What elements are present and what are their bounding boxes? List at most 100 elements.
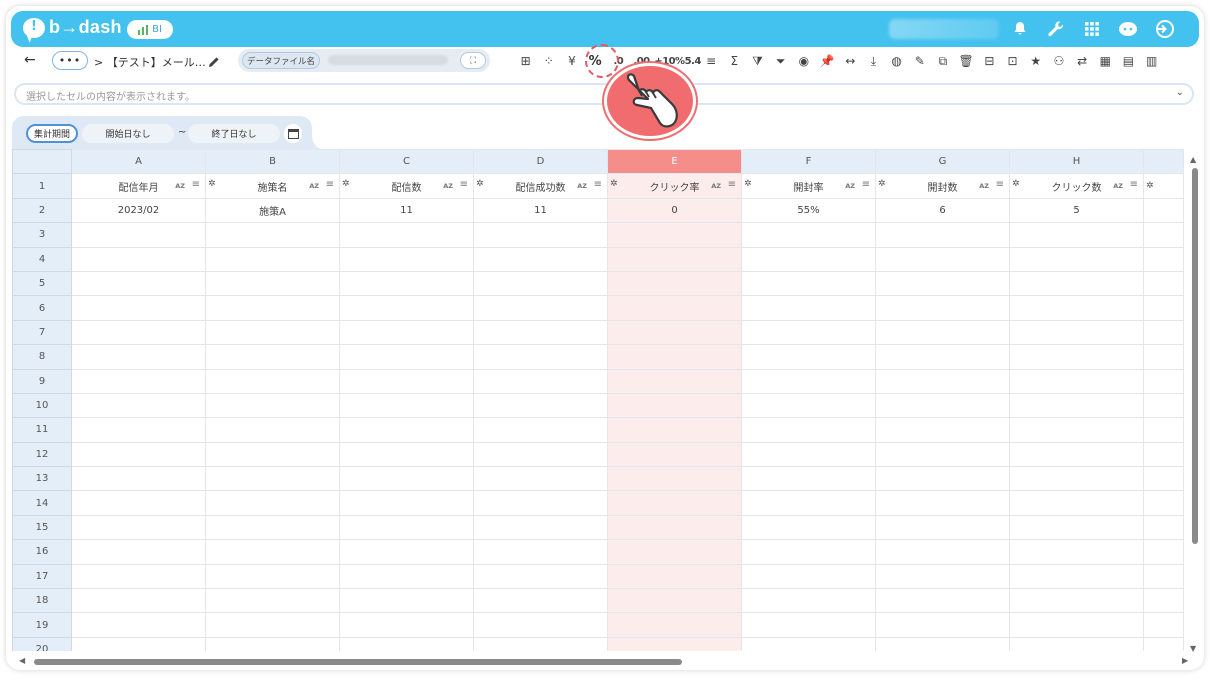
table-cell[interactable] — [1009, 514, 1144, 541]
assistant-chat-icon[interactable] — [1117, 18, 1139, 40]
table-cell[interactable] — [875, 417, 1010, 443]
column-letter-h[interactable]: H — [1009, 149, 1144, 175]
table-cell[interactable] — [473, 441, 608, 468]
table-cell[interactable] — [205, 514, 340, 541]
table-cell[interactable] — [607, 222, 742, 248]
table-cell[interactable] — [875, 222, 1010, 248]
row-number[interactable]: 11 — [12, 417, 72, 443]
table-cell[interactable] — [71, 246, 206, 272]
breadcrumb[interactable]: > 【テスト】メール… — [94, 54, 206, 70]
column-letter-b[interactable]: B — [205, 149, 340, 175]
table-cell[interactable] — [473, 563, 608, 590]
table-cell[interactable] — [205, 417, 340, 443]
field-header-cell[interactable]: ✲ 開封数 AZ ≡ — [875, 173, 1010, 199]
table-cell[interactable] — [741, 246, 876, 272]
edit-pencil-icon[interactable] — [208, 53, 220, 72]
filter-icon[interactable]: ≡ — [594, 179, 602, 190]
table-cell[interactable] — [71, 392, 206, 419]
calendar-picker-icon[interactable] — [284, 124, 302, 143]
sort-az-icon[interactable]: AZ — [309, 182, 319, 190]
table-cell[interactable] — [473, 222, 608, 248]
table-cell[interactable] — [473, 417, 608, 443]
table-cell[interactable] — [875, 441, 1010, 468]
table-icon[interactable]: ⊞ — [514, 51, 537, 71]
table-cell[interactable] — [339, 270, 474, 297]
filter-icon[interactable]: ≡ — [728, 179, 736, 190]
table-cell[interactable] — [205, 319, 340, 346]
table-cell[interactable] — [71, 612, 206, 638]
table-cell[interactable] — [1009, 612, 1144, 638]
table-cell[interactable] — [339, 392, 474, 419]
row-number[interactable]: 18 — [12, 588, 72, 614]
trash-icon[interactable]: 🗑 — [955, 51, 978, 71]
table-cell[interactable] — [71, 319, 206, 346]
scroll-left-arrow-icon[interactable]: ◀ — [19, 656, 25, 665]
table-cell[interactable] — [875, 368, 1010, 394]
column-letter-c[interactable]: C — [339, 149, 474, 175]
chart-icon[interactable]: ◍ — [885, 51, 908, 71]
scroll-right-arrow-icon[interactable]: ▶ — [1182, 656, 1188, 665]
column-letter-f[interactable]: F — [741, 149, 876, 175]
field-header-cell[interactable]: ✲ 配信数 AZ ≡ — [339, 173, 474, 199]
table-cell[interactable] — [607, 295, 742, 321]
align-icon[interactable]: ≡ — [700, 51, 723, 71]
table-cell[interactable] — [875, 392, 1010, 419]
table-cell[interactable]: 2023/02 — [71, 197, 206, 224]
filter-icon[interactable]: ≡ — [996, 179, 1004, 190]
table-cell[interactable] — [71, 466, 206, 492]
table-cell[interactable] — [205, 368, 340, 394]
sort-az-icon[interactable]: AZ — [711, 182, 721, 190]
table-cell[interactable] — [71, 588, 206, 614]
start-date-field[interactable]: 開始日なし — [82, 124, 174, 143]
table-cell[interactable] — [339, 466, 474, 492]
table-cell[interactable] — [607, 514, 742, 541]
table-cell[interactable] — [607, 392, 742, 419]
app-logo[interactable]: ! b→dash — [23, 17, 122, 38]
table-cell[interactable] — [339, 514, 474, 541]
table-cell[interactable] — [71, 636, 206, 651]
filter-person-icon[interactable]: ⧩ — [746, 51, 769, 71]
table-cell[interactable] — [1009, 270, 1144, 297]
table-cell[interactable] — [1009, 344, 1144, 370]
scroll-up-arrow-icon[interactable]: ▲ — [1190, 155, 1196, 164]
table-cell[interactable] — [473, 514, 608, 541]
table-cell[interactable] — [339, 539, 474, 565]
field-header-cell[interactable]: 配信年月 AZ ≡ — [71, 173, 206, 199]
table-cell[interactable] — [473, 539, 608, 565]
column-letter-a[interactable]: A — [71, 149, 206, 175]
table-cell[interactable] — [875, 490, 1010, 516]
table-cell[interactable] — [205, 490, 340, 516]
vertical-scrollbar[interactable] — [1192, 168, 1198, 544]
table-cell[interactable] — [473, 612, 608, 638]
table-cell[interactable] — [875, 636, 1010, 651]
sort-az-icon[interactable]: AZ — [845, 182, 855, 190]
column-letter-e[interactable]: E — [607, 149, 742, 175]
table-cell[interactable] — [741, 319, 876, 346]
table-cell[interactable] — [473, 466, 608, 492]
table-cell[interactable] — [339, 563, 474, 590]
row-number[interactable]: 7 — [12, 319, 72, 346]
table-cell[interactable] — [473, 368, 608, 394]
table-cell[interactable] — [473, 392, 608, 419]
table-cell[interactable] — [1009, 392, 1144, 419]
table-cell[interactable] — [741, 612, 876, 638]
table-cell[interactable] — [339, 441, 474, 468]
filter-icon[interactable]: ⏷ — [769, 51, 792, 71]
calendar-icon[interactable]: ▦ — [1094, 51, 1117, 71]
field-header-cell[interactable]: ✲ クリック率 AZ ≡ — [607, 173, 742, 199]
archive-disabled-icon[interactable]: ⊡ — [1001, 51, 1024, 71]
gear-icon[interactable]: ✲ — [744, 179, 752, 189]
table-cell[interactable] — [1009, 319, 1144, 346]
table-cell[interactable] — [741, 222, 876, 248]
table-cell[interactable] — [71, 270, 206, 297]
table-cell[interactable] — [1009, 563, 1144, 590]
table-cell[interactable] — [71, 344, 206, 370]
filter-icon[interactable]: ≡ — [192, 179, 200, 190]
clipboard-icon[interactable]: ▥ — [1140, 51, 1163, 71]
table-cell[interactable] — [71, 441, 206, 468]
filter-icon[interactable]: ≡ — [1130, 179, 1138, 190]
row-number[interactable]: 19 — [12, 612, 72, 638]
table-cell[interactable] — [607, 270, 742, 297]
gear-icon[interactable]: ✲ — [476, 179, 484, 189]
download-icon[interactable]: ⤓ — [862, 51, 885, 71]
